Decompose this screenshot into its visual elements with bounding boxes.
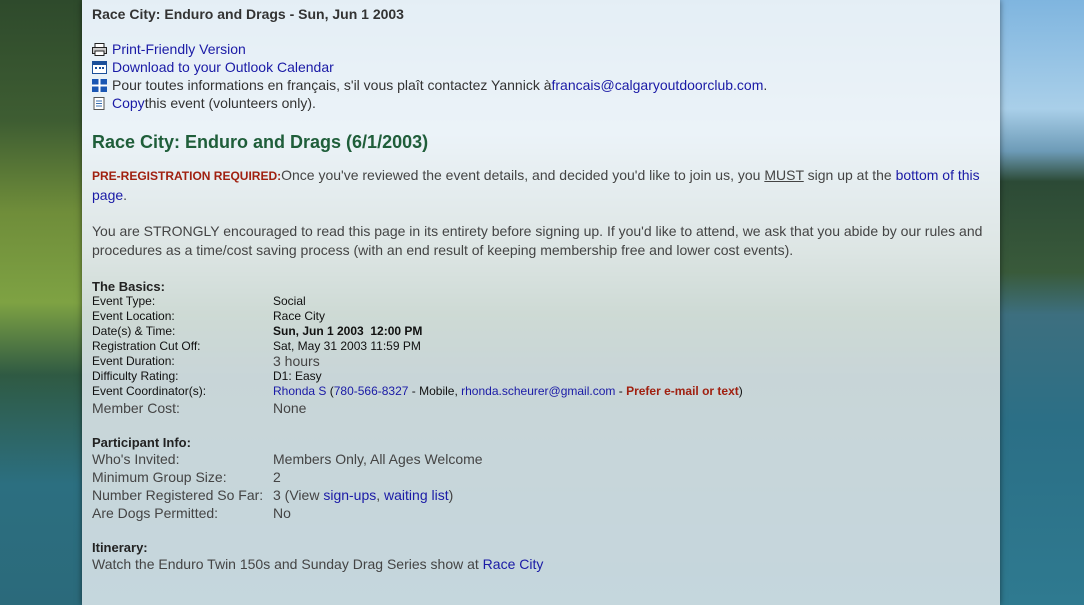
- duration-value: 3 hours: [273, 353, 320, 369]
- background-right-strip: [1000, 0, 1084, 605]
- preregistration-label: PRE-REGISTRATION REQUIRED:: [92, 169, 282, 183]
- invited-row: Who's Invited: Members Only, All Ages We…: [92, 450, 987, 468]
- basics-title: The Basics:: [92, 279, 165, 294]
- coordinator-name-link[interactable]: Rhonda S: [273, 384, 326, 398]
- participant-title: Participant Info:: [92, 435, 191, 450]
- preregistration-text-2: sign up at the: [803, 167, 896, 183]
- quebec-flag-icon: [92, 78, 107, 92]
- dogs-row: Are Dogs Permitted: No: [92, 504, 987, 522]
- french-email-link[interactable]: francais@calgaryoutdoorclub.com: [552, 76, 764, 94]
- event-location-row: Event Location: Race City: [92, 309, 987, 324]
- french-contact-text: Pour toutes informations en français, s'…: [112, 77, 552, 93]
- cutoff-row: Registration Cut Off: Sat, May 31 2003 1…: [92, 339, 987, 354]
- french-contact: Pour toutes informations en français, s'…: [92, 76, 987, 94]
- itinerary-description: Watch the Enduro Twin 150s and Sunday Dr…: [92, 556, 483, 572]
- copy-event-suffix: this event (volunteers only).: [144, 95, 316, 111]
- copy-event-link[interactable]: Copy: [112, 94, 145, 112]
- invited-value: Members Only, All Ages Welcome: [273, 451, 483, 467]
- basics-section: The Basics: Event Type: Social Event Loc…: [92, 279, 987, 417]
- event-type-label: Event Type:: [92, 294, 156, 308]
- preregistration-text-1: Once you've reviewed the event details, …: [281, 167, 765, 183]
- member-cost-label: Member Cost:: [92, 400, 180, 416]
- min-group-label: Minimum Group Size:: [92, 469, 227, 485]
- invited-label: Who's Invited:: [92, 451, 180, 467]
- must-emphasis: MUST: [764, 167, 804, 183]
- member-cost-row: Member Cost: None: [92, 399, 987, 417]
- coordinator-mobile-label: - Mobile,: [408, 384, 462, 398]
- preregistration-notice: PRE-REGISTRATION REQUIRED:Once you've re…: [92, 166, 987, 205]
- cutoff-label: Registration Cut Off:: [92, 339, 201, 353]
- member-cost-value: None: [273, 400, 307, 416]
- copy-action: Copy this event (volunteers only).: [92, 94, 987, 112]
- registered-count: 3 (View: [273, 487, 324, 503]
- calendar-icon: [92, 60, 107, 74]
- registered-close: ): [448, 487, 454, 503]
- itinerary-text: Watch the Enduro Twin 150s and Sunday Dr…: [92, 555, 987, 574]
- datetime-value: Sun, Jun 1 2003 12:00 PM: [273, 324, 423, 338]
- event-type-value: Social: [273, 294, 306, 308]
- registered-label: Number Registered So Far:: [92, 487, 264, 503]
- difficulty-rating-link[interactable]: Difficulty Rating:: [92, 369, 273, 384]
- print-friendly-link[interactable]: Print-Friendly Version: [112, 40, 246, 58]
- difficulty-value: D1: Easy: [273, 369, 322, 383]
- participant-section: Participant Info: Who's Invited: Members…: [92, 435, 987, 522]
- coordinator-email-link[interactable]: rhonda.scheurer@gmail.com: [461, 384, 615, 398]
- coordinator-separator: -: [615, 384, 627, 398]
- event-content: Race City: Enduro and Drags - Sun, Jun 1…: [92, 6, 987, 574]
- waiting-list-link[interactable]: waiting list: [384, 487, 449, 503]
- min-group-value: 2: [273, 469, 281, 485]
- cutoff-value: Sat, May 31 2003 11:59 PM: [273, 339, 421, 353]
- duration-label: Event Duration:: [92, 354, 175, 368]
- min-group-row: Minimum Group Size: 2: [92, 468, 987, 486]
- event-location-value: Race City: [273, 309, 326, 323]
- coordinator-label: Event Coordinator(s):: [92, 384, 207, 398]
- outlook-calendar-link[interactable]: Download to your Outlook Calendar: [112, 58, 334, 76]
- datetime-row: Date(s) & Time: Sun, Jun 1 2003 12:00 PM: [92, 324, 987, 339]
- encouragement-text: You are STRONGLY encouraged to read this…: [92, 223, 983, 258]
- printer-icon: [92, 42, 107, 56]
- coordinator-phone-link[interactable]: 780-566-8327: [334, 384, 409, 398]
- content-panel: Race City: Enduro and Drags - Sun, Jun 1…: [82, 0, 1000, 605]
- datetime-label: Date(s) & Time:: [92, 324, 176, 338]
- coordinator-preference: Prefer e-mail or text: [626, 384, 739, 398]
- event-type-row: Event Type: Social: [92, 294, 987, 309]
- registered-value: 3 (View sign-ups, waiting list): [273, 486, 453, 504]
- preregistration-text-3: .: [123, 187, 128, 203]
- background-left-strip: [0, 0, 82, 605]
- event-title: Race City: Enduro and Drags (6/1/2003): [92, 132, 429, 152]
- print-action: Print-Friendly Version: [92, 40, 987, 58]
- signups-link[interactable]: sign-ups: [323, 487, 376, 503]
- outlook-action: Download to your Outlook Calendar: [92, 58, 987, 76]
- copy-document-icon: [93, 96, 105, 110]
- dogs-label: Are Dogs Permitted:: [92, 505, 219, 521]
- registered-comma: ,: [376, 487, 385, 503]
- page-breadcrumb: Race City: Enduro and Drags - Sun, Jun 1…: [92, 6, 404, 22]
- coordinator-row: Event Coordinator(s): Rhonda S (780-566-…: [92, 384, 987, 399]
- itinerary-title: Itinerary:: [92, 540, 148, 555]
- french-contact-suffix: .: [763, 77, 768, 93]
- event-location-label: Event Location:: [92, 309, 175, 323]
- coordinator-value: Rhonda S (780-566-8327 - Mobile, rhonda.…: [273, 384, 743, 398]
- itinerary-section: Itinerary: Watch the Enduro Twin 150s an…: [92, 540, 987, 574]
- registered-row: Number Registered So Far: 3 (View sign-u…: [92, 486, 987, 504]
- duration-row: Event Duration: 3 hours: [92, 354, 987, 369]
- race-city-link[interactable]: Race City: [483, 556, 544, 572]
- dogs-value: No: [273, 505, 291, 521]
- difficulty-row: Difficulty Rating: D1: Easy: [92, 369, 987, 384]
